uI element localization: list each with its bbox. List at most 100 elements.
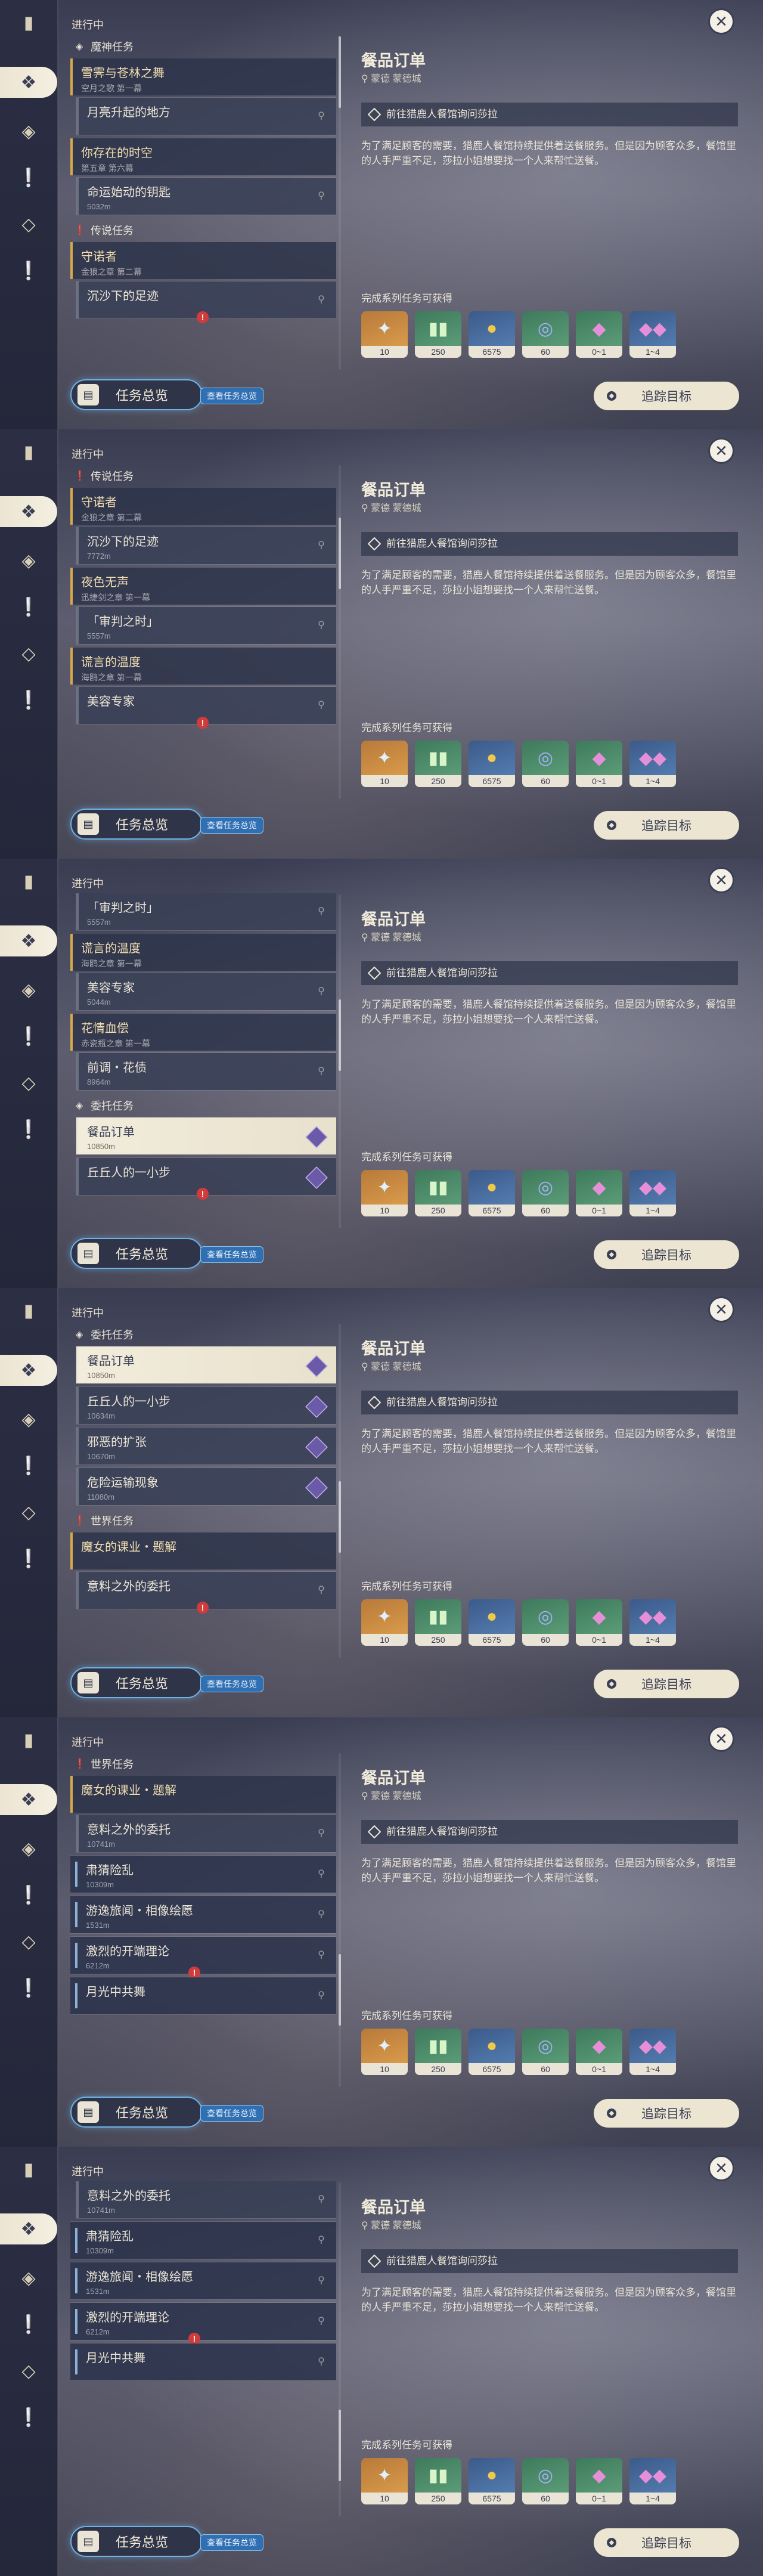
commission-tab-icon[interactable]: ◇ bbox=[13, 638, 44, 669]
track-objective-button[interactable]: ◆ 追踪目标 bbox=[594, 1240, 739, 1269]
quest-item[interactable]: 沉沙下的足迹 ⚲! bbox=[76, 281, 336, 323]
reward-item[interactable]: ✦ 10 bbox=[361, 2458, 408, 2504]
quest-item[interactable]: 意料之外的委托 ⚲! bbox=[76, 1571, 336, 1614]
quest-item[interactable]: 美容专家 ⚲! bbox=[76, 686, 336, 729]
reward-item[interactable]: ▮▮ 250 bbox=[415, 311, 461, 358]
commission-tab-icon[interactable]: ◇ bbox=[13, 209, 44, 240]
world-tab-icon[interactable]: ❕ bbox=[13, 685, 44, 716]
reward-item[interactable]: ◎ 60 bbox=[522, 2029, 569, 2075]
world-tab-icon[interactable]: ❕ bbox=[13, 1114, 44, 1145]
reward-item[interactable]: ✦ 10 bbox=[361, 1170, 408, 1216]
quest-list[interactable]: ❗ 传说任务 守诺者 金狼之章 第二幕 沉沙下的足迹 7772m ⚲ 夜色无声 迅捷剑之章 第一… bbox=[70, 464, 336, 791]
reward-item[interactable]: ◆◆ 1~4 bbox=[629, 2029, 676, 2075]
quest-chain-item[interactable]: 谎言的温度 海鸥之章 第一幕 bbox=[70, 648, 336, 685]
reward-item[interactable]: ✦ 10 bbox=[361, 741, 408, 787]
reward-item[interactable]: ◆◆ 1~4 bbox=[629, 2458, 676, 2504]
scrollbar-thumb[interactable] bbox=[339, 518, 341, 589]
reward-item[interactable]: ◎ 60 bbox=[522, 311, 569, 358]
scrollbar-thumb[interactable] bbox=[339, 1481, 341, 1553]
quest-item[interactable]: 丘丘人的一小步! bbox=[76, 1157, 336, 1200]
world-tab-icon[interactable]: ❕ bbox=[13, 1543, 44, 1574]
diamond-tab-icon[interactable]: ❖ bbox=[0, 1355, 57, 1386]
close-button[interactable]: ✕ bbox=[708, 8, 734, 35]
quest-chain-item[interactable]: 谎言的温度 海鸥之章 第一幕 bbox=[70, 934, 336, 971]
quest-list[interactable]: ❗ 世界任务 魔女的课业・题解 意料之外的委托 10741m ⚲ 肃猜险乱 10309m ⚲ 游逸… bbox=[70, 1752, 336, 2079]
legend-tab-icon[interactable]: ❕ bbox=[13, 2309, 44, 2340]
close-button[interactable]: ✕ bbox=[708, 1296, 734, 1323]
compass-tab-icon[interactable]: ◈ bbox=[13, 1404, 44, 1435]
track-objective-button[interactable]: ◆ 追踪目标 bbox=[594, 1670, 739, 1698]
track-objective-button[interactable]: ◆ 追踪目标 bbox=[594, 2099, 739, 2128]
quest-item[interactable]: 意料之外的委托 10741m ⚲ bbox=[76, 2181, 336, 2219]
diamond-tab-icon[interactable]: ❖ bbox=[0, 496, 57, 527]
reward-item[interactable]: ◎ 60 bbox=[522, 1170, 569, 1216]
quest-overview-button[interactable]: ▤ 任务总览 bbox=[70, 1238, 203, 1269]
quest-item[interactable]: 美容专家 5044m ⚲ bbox=[76, 973, 336, 1011]
quest-overview-button[interactable]: ▤ 任务总览 bbox=[70, 379, 203, 410]
quest-item[interactable]: 游逸旅闻・相像绘愿 1531m ⚲ bbox=[70, 2262, 336, 2300]
quest-overview-button[interactable]: ▤ 任务总览 bbox=[70, 2526, 203, 2557]
quest-book-icon[interactable]: ▮ bbox=[13, 2154, 44, 2185]
close-button[interactable]: ✕ bbox=[708, 2155, 734, 2181]
legend-tab-icon[interactable]: ❕ bbox=[13, 1450, 44, 1481]
legend-tab-icon[interactable]: ❕ bbox=[13, 592, 44, 623]
quest-overview-button[interactable]: ▤ 任务总览 bbox=[70, 809, 203, 840]
scrollbar[interactable] bbox=[339, 2182, 341, 2516]
reward-item[interactable]: ✦ 10 bbox=[361, 311, 408, 358]
reward-item[interactable]: ◎ 60 bbox=[522, 1599, 569, 1646]
commission-tab-icon[interactable]: ◇ bbox=[13, 2355, 44, 2386]
track-objective-button[interactable]: ◆ 追踪目标 bbox=[594, 811, 739, 840]
reward-item[interactable]: ● 6575 bbox=[469, 2029, 515, 2075]
legend-tab-icon[interactable]: ❕ bbox=[13, 162, 44, 193]
quest-item[interactable]: 餐品订单 10850m bbox=[76, 1346, 336, 1384]
quest-chain-item[interactable]: 夜色无声 迅捷剑之章 第一幕 bbox=[70, 568, 336, 605]
quest-list[interactable]: 「审判之时」 5557m ⚲ 谎言的温度 海鸥之章 第一幕 美容专家 5044m ⚲ 花情血偿赤… bbox=[70, 893, 336, 1220]
reward-item[interactable]: ◆ 0~1 bbox=[576, 741, 622, 787]
close-button[interactable]: ✕ bbox=[708, 438, 734, 464]
world-tab-icon[interactable]: ❕ bbox=[13, 2402, 44, 2433]
reward-item[interactable]: ▮▮ 250 bbox=[415, 1170, 461, 1216]
quest-list[interactable]: ◈ 魔神任务 雪霁与苍林之舞 空月之歌 第一幕 月亮升起的地方 ⚲ 你存在的时空 第五章 第六… bbox=[70, 35, 336, 361]
diamond-tab-icon[interactable]: ❖ bbox=[0, 1784, 57, 1815]
quest-book-icon[interactable]: ▮ bbox=[13, 866, 44, 897]
reward-item[interactable]: ◆◆ 1~4 bbox=[629, 311, 676, 358]
quest-item[interactable]: 危险运输现象 11080m bbox=[76, 1467, 336, 1506]
quest-item[interactable]: 意料之外的委托 10741m ⚲ bbox=[76, 1815, 336, 1853]
quest-book-icon[interactable]: ▮ bbox=[13, 1724, 44, 1755]
quest-item[interactable]: 激烈的开端理论 6212m ⚲! bbox=[70, 1936, 336, 1979]
track-objective-button[interactable]: ◆ 追踪目标 bbox=[594, 2528, 739, 2557]
reward-item[interactable]: ◆ 0~1 bbox=[576, 1170, 622, 1216]
reward-item[interactable]: ◎ 60 bbox=[522, 741, 569, 787]
quest-item[interactable]: 肃猜险乱 10309m ⚲ bbox=[70, 2221, 336, 2259]
quest-book-icon[interactable]: ▮ bbox=[13, 7, 44, 38]
world-tab-icon[interactable]: ❕ bbox=[13, 1973, 44, 2004]
quest-chain-item[interactable]: 你存在的时空 第五章 第六幕 bbox=[70, 138, 336, 175]
quest-item[interactable]: 月光中共舞 ⚲ bbox=[70, 1977, 336, 2015]
quest-list[interactable]: 意料之外的委托 10741m ⚲ 肃猜险乱 10309m ⚲ 游逸旅闻・相像绘愿 1531m ⚲… bbox=[70, 2181, 336, 2508]
scrollbar-thumb[interactable] bbox=[339, 1954, 341, 2026]
quest-item[interactable]: 前调・花债 8964m ⚲ bbox=[76, 1052, 336, 1091]
quest-book-icon[interactable]: ▮ bbox=[13, 1295, 44, 1326]
quest-item[interactable]: 激烈的开端理论 6212m ⚲! bbox=[70, 2302, 336, 2345]
quest-chain-item[interactable]: 魔女的课业・题解 bbox=[70, 1776, 336, 1813]
reward-item[interactable]: ▮▮ 250 bbox=[415, 1599, 461, 1646]
reward-item[interactable]: ● 6575 bbox=[469, 311, 515, 358]
reward-item[interactable]: ◎ 60 bbox=[522, 2458, 569, 2504]
scrollbar[interactable] bbox=[339, 1324, 341, 1658]
diamond-tab-icon[interactable]: ❖ bbox=[0, 67, 57, 98]
compass-tab-icon[interactable]: ◈ bbox=[13, 545, 44, 576]
scrollbar-thumb[interactable] bbox=[339, 36, 341, 109]
scrollbar-thumb[interactable] bbox=[339, 999, 341, 1071]
diamond-tab-icon[interactable]: ❖ bbox=[0, 925, 57, 956]
reward-item[interactable]: ● 6575 bbox=[469, 741, 515, 787]
quest-item[interactable]: 丘丘人的一小步 10634m bbox=[76, 1386, 336, 1425]
quest-item[interactable]: 沉沙下的足迹 7772m ⚲ bbox=[76, 527, 336, 565]
close-button[interactable]: ✕ bbox=[708, 1726, 734, 1752]
reward-item[interactable]: ● 6575 bbox=[469, 2458, 515, 2504]
close-button[interactable]: ✕ bbox=[708, 867, 734, 893]
quest-book-icon[interactable]: ▮ bbox=[13, 436, 44, 467]
scrollbar[interactable] bbox=[339, 36, 341, 370]
reward-item[interactable]: ◆◆ 1~4 bbox=[629, 741, 676, 787]
legend-tab-icon[interactable]: ❕ bbox=[13, 1880, 44, 1911]
reward-item[interactable]: ● 6575 bbox=[469, 1599, 515, 1646]
